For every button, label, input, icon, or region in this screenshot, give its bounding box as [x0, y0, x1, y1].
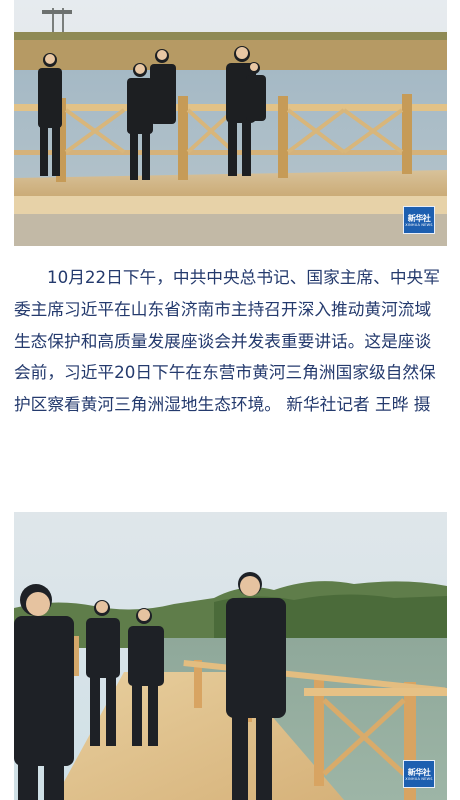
logo-text-en: XINHUA NEWS [405, 776, 433, 781]
photo-caption: 10月22日下午，中共中央总书记、国家主席、中央军委主席习近平在山东省济南市主持… [14, 262, 447, 421]
photo-boardwalk-walk-image [14, 0, 447, 246]
photo-boardwalk-walk: 新华社 XINHUA NEWS [14, 0, 447, 246]
logo-text-cn: 新华社 [407, 213, 431, 223]
photo-riverside-inspection-image [14, 512, 447, 800]
photo-riverside-inspection: 新华社 XINHUA NEWS [14, 512, 447, 800]
xinhua-logo: 新华社 XINHUA NEWS [403, 206, 435, 234]
logo-text-en: XINHUA NEWS [405, 222, 433, 227]
logo-text-cn: 新华社 [407, 767, 431, 777]
xinhua-logo: 新华社 XINHUA NEWS [403, 760, 435, 788]
caption-text: 10月22日下午，中共中央总书记、国家主席、中央军委主席习近平在山东省济南市主持… [14, 267, 440, 415]
